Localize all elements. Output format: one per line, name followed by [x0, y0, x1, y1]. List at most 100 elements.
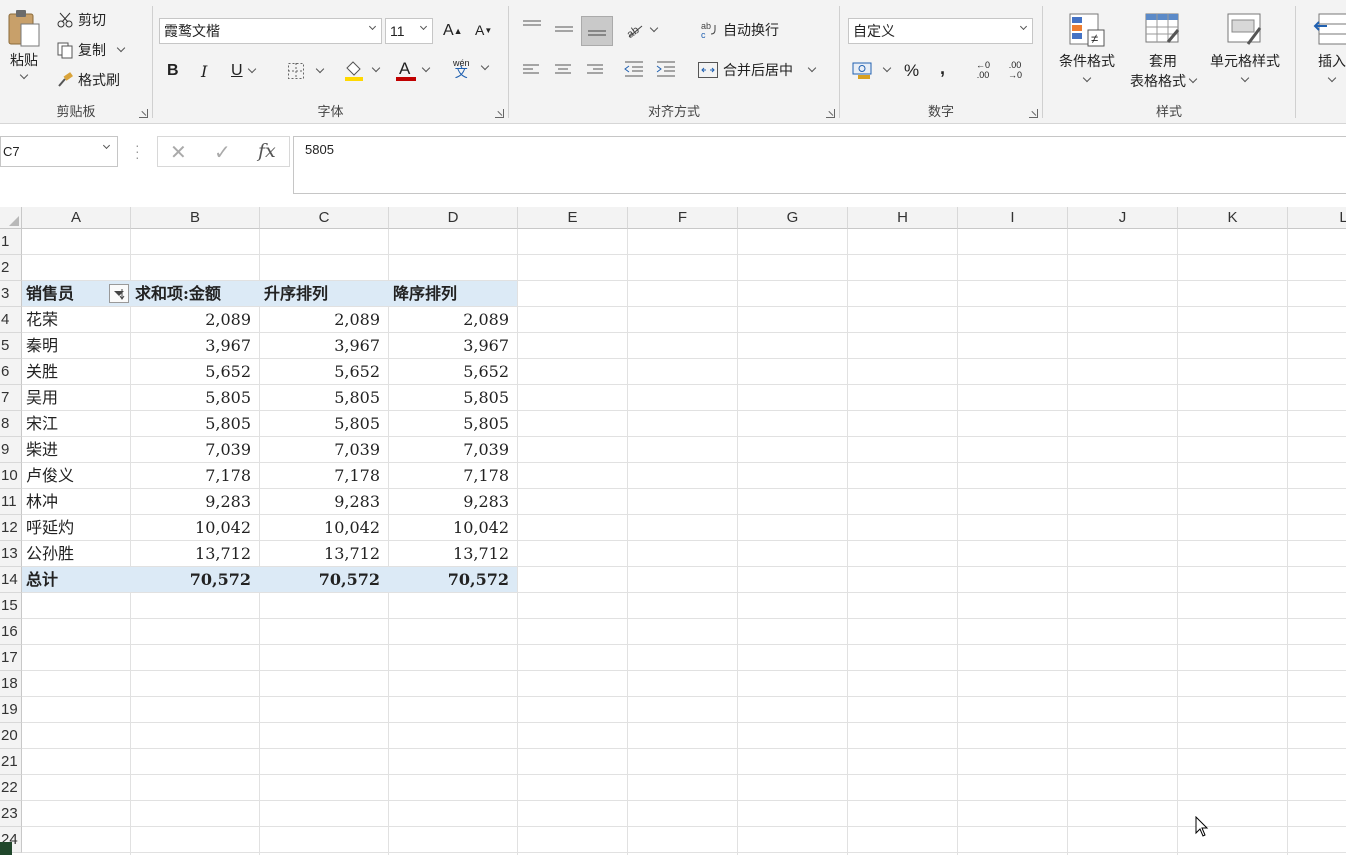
amount-cell[interactable]: 13,712: [389, 541, 518, 567]
row-header-8[interactable]: 8: [0, 411, 22, 437]
accounting-format-button[interactable]: [852, 60, 892, 80]
cell-styles-dropdown-icon[interactable]: [1240, 73, 1250, 83]
amount-cell[interactable]: 9,283: [389, 489, 518, 515]
salesperson-cell[interactable]: 卢俊义: [22, 463, 107, 489]
underline-dropdown-icon[interactable]: [247, 64, 256, 74]
font-size-select[interactable]: 11: [385, 18, 433, 44]
enter-icon[interactable]: ✓: [214, 140, 231, 165]
decrease-indent-button[interactable]: [623, 60, 645, 78]
border-dropdown-icon[interactable]: [315, 64, 325, 74]
font-color-button[interactable]: A: [395, 58, 431, 82]
fill-color-button[interactable]: [343, 58, 381, 82]
row-header-14[interactable]: 14: [0, 567, 22, 593]
conditional-format-button[interactable]: ≠ 条件格式: [1055, 12, 1119, 83]
paste-button[interactable]: 粘贴: [4, 8, 44, 88]
format-painter-button[interactable]: 格式刷: [56, 70, 120, 90]
col-header-h[interactable]: H: [848, 207, 958, 229]
align-bottom-button[interactable]: [581, 16, 613, 46]
cancel-icon[interactable]: ✕: [170, 140, 187, 165]
font-launcher-icon[interactable]: [495, 109, 504, 118]
amount-cell[interactable]: 2,089: [131, 307, 260, 333]
cell-styles-button[interactable]: 单元格样式: [1205, 12, 1285, 83]
align-center-button[interactable]: [553, 62, 573, 78]
col-header-c[interactable]: C: [260, 207, 389, 229]
grand-total-label[interactable]: 总计: [22, 567, 107, 593]
row-header-17[interactable]: 17: [0, 645, 22, 671]
salesperson-cell[interactable]: 呼延灼: [22, 515, 107, 541]
amount-cell[interactable]: 7,039: [131, 437, 260, 463]
row-header-20[interactable]: 20: [0, 723, 22, 749]
copy-dropdown-icon[interactable]: [116, 43, 126, 53]
border-button[interactable]: [287, 62, 325, 80]
orientation-dropdown-icon[interactable]: [649, 23, 659, 33]
align-right-button[interactable]: [585, 62, 605, 78]
increase-decimal-button[interactable]: ←0 .00: [976, 60, 990, 80]
decrease-decimal-button[interactable]: .00 →0: [1008, 60, 1022, 80]
amount-cell[interactable]: 7,039: [260, 437, 389, 463]
align-top-button[interactable]: [521, 18, 543, 34]
increase-indent-button[interactable]: [655, 60, 677, 78]
percent-button[interactable]: %: [904, 61, 919, 81]
col-header-k[interactable]: K: [1178, 207, 1288, 229]
amount-cell[interactable]: 7,178: [389, 463, 518, 489]
salesperson-cell[interactable]: 公孙胜: [22, 541, 107, 567]
grand-total-cell[interactable]: 70,572: [131, 567, 260, 593]
col-header-f[interactable]: F: [628, 207, 738, 229]
row-header-18[interactable]: 18: [0, 671, 22, 697]
salesperson-cell[interactable]: 柴进: [22, 437, 107, 463]
salesperson-cell[interactable]: 林冲: [22, 489, 107, 515]
wrap-text-button[interactable]: ab c 自动换行: [699, 20, 779, 40]
amount-cell[interactable]: 3,967: [389, 333, 518, 359]
row-header-12[interactable]: 12: [0, 515, 22, 541]
filter-dropdown-button[interactable]: [109, 284, 129, 303]
increase-font-button[interactable]: A ▲: [443, 22, 463, 40]
col-header-g[interactable]: G: [738, 207, 848, 229]
col-header-e[interactable]: E: [518, 207, 628, 229]
col-header-j[interactable]: J: [1068, 207, 1178, 229]
name-box[interactable]: C7: [0, 136, 118, 167]
grand-total-cell[interactable]: 70,572: [260, 567, 389, 593]
insert-button[interactable]: 插入: [1310, 12, 1346, 83]
pivot-header-cell[interactable]: 销售员: [22, 281, 107, 307]
row-header-21[interactable]: 21: [0, 749, 22, 775]
decrease-font-button[interactable]: A ▼: [475, 22, 492, 38]
amount-cell[interactable]: 13,712: [260, 541, 389, 567]
phonetic-dropdown-icon[interactable]: [480, 61, 489, 71]
amount-cell[interactable]: 10,042: [389, 515, 518, 541]
row-header-19[interactable]: 19: [0, 697, 22, 723]
amount-cell[interactable]: 5,805: [260, 385, 389, 411]
align-left-button[interactable]: [521, 62, 541, 78]
number-launcher-icon[interactable]: [1029, 109, 1038, 118]
col-header-l[interactable]: L: [1288, 207, 1346, 229]
align-middle-button[interactable]: [553, 22, 575, 38]
cut-button[interactable]: 剪切: [56, 10, 106, 30]
select-all-corner[interactable]: [0, 207, 22, 229]
phonetic-button[interactable]: wén 文: [453, 58, 489, 79]
amount-cell[interactable]: 3,967: [131, 333, 260, 359]
amount-cell[interactable]: 5,805: [131, 385, 260, 411]
table-format-dropdown-icon[interactable]: [1188, 74, 1198, 84]
col-header-b[interactable]: B: [131, 207, 260, 229]
paste-dropdown-icon[interactable]: [19, 70, 29, 80]
row-header-1[interactable]: 1: [0, 229, 22, 255]
row-header-16[interactable]: 16: [0, 619, 22, 645]
amount-cell[interactable]: 5,652: [389, 359, 518, 385]
underline-button[interactable]: U: [231, 62, 256, 80]
row-header-3[interactable]: 3: [0, 281, 22, 307]
row-header-7[interactable]: 7: [0, 385, 22, 411]
formula-bar-handle-icon[interactable]: · · ·: [135, 138, 140, 164]
amount-cell[interactable]: 2,089: [389, 307, 518, 333]
amount-cell[interactable]: 7,178: [260, 463, 389, 489]
row-header-23[interactable]: 23: [0, 801, 22, 827]
accounting-dropdown-icon[interactable]: [882, 63, 892, 73]
pivot-header-cell[interactable]: 降序排列: [389, 281, 518, 307]
salesperson-cell[interactable]: 宋江: [22, 411, 107, 437]
merge-dropdown-icon[interactable]: [807, 63, 817, 73]
salesperson-cell[interactable]: 秦明: [22, 333, 107, 359]
amount-cell[interactable]: 5,805: [131, 411, 260, 437]
amount-cell[interactable]: 7,039: [389, 437, 518, 463]
amount-cell[interactable]: 13,712: [131, 541, 260, 567]
format-as-table-button[interactable]: 套用 表格格式: [1123, 12, 1203, 91]
col-header-i[interactable]: I: [958, 207, 1068, 229]
amount-cell[interactable]: 9,283: [260, 489, 389, 515]
